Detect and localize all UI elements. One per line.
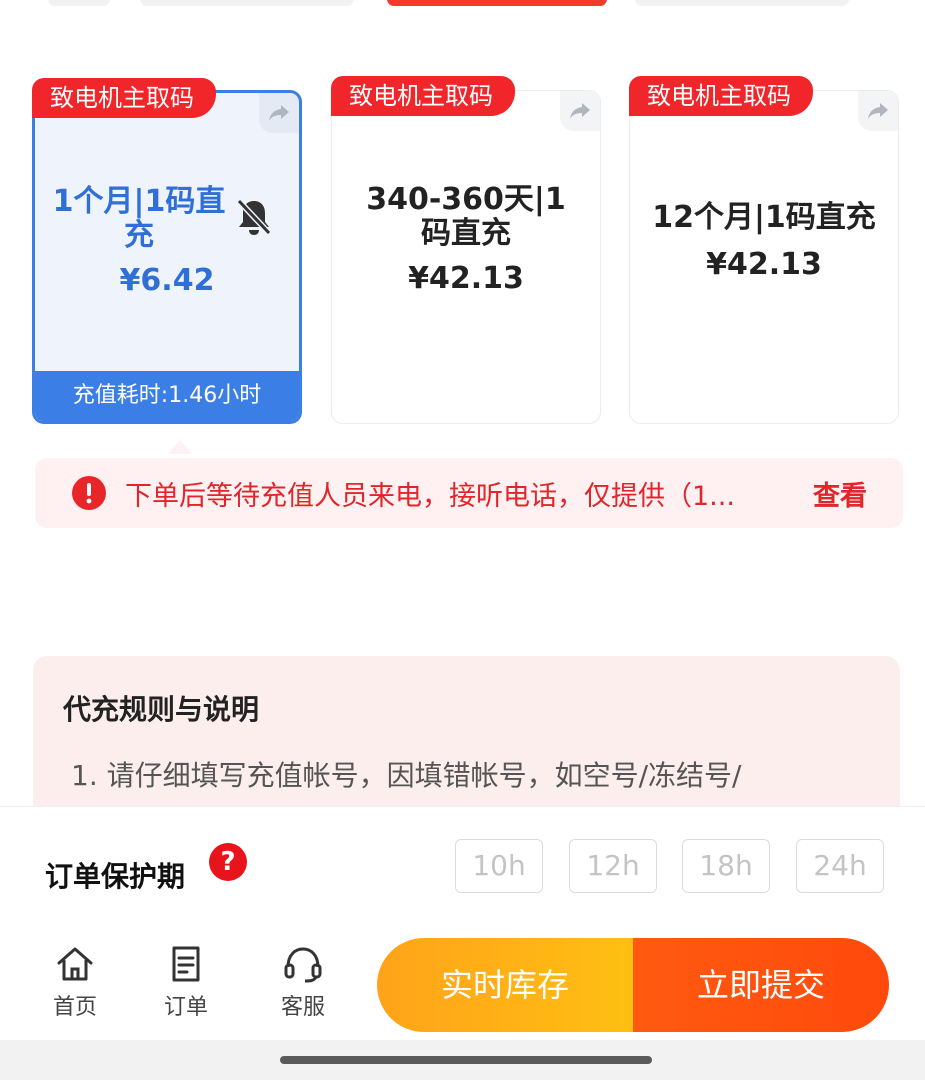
- recharge-duration: 充值耗时:1.46小时: [35, 371, 299, 421]
- bell-off-icon: [235, 197, 273, 241]
- alert-icon: [72, 476, 106, 510]
- notice-text: 下单后等待充值人员来电，接听电话，仅提供（1...: [125, 480, 735, 512]
- protection-option-24h[interactable]: 24h: [796, 839, 884, 893]
- order-protection-label: 订单保护期: [45, 860, 186, 893]
- nav-home-label: 首页: [52, 995, 97, 1020]
- prev-row-item: [635, 0, 849, 6]
- product-card-2[interactable]: 致电机主取码 340-360天|1码直充 ¥42.13: [331, 76, 601, 424]
- card-tag: 致电机主取码: [629, 76, 813, 116]
- prev-row-item: [140, 0, 354, 6]
- rules-title: 代充规则与说明: [63, 693, 260, 726]
- help-icon[interactable]: ?: [209, 843, 247, 881]
- product-card-1[interactable]: 致电机主取码 1个月|1码直充 ¥6.42 充值耗时:1.46小时: [32, 78, 302, 424]
- product-title: 12个月|1码直充: [652, 200, 876, 235]
- protection-option-10h[interactable]: 10h: [455, 839, 543, 893]
- product-price: ¥42.13: [706, 247, 822, 282]
- protection-option-18h[interactable]: 18h: [682, 839, 770, 893]
- product-title: 1个月|1码直充: [52, 184, 226, 253]
- realtime-stock-button[interactable]: 实时库存: [377, 938, 633, 1032]
- product-price: ¥42.13: [408, 261, 524, 296]
- prev-row-item-active: [387, 0, 607, 6]
- share-icon[interactable]: [259, 93, 299, 133]
- selection-pointer: [168, 440, 192, 454]
- nav-orders[interactable]: 订单: [151, 945, 221, 1021]
- submit-now-button[interactable]: 立即提交: [633, 938, 889, 1032]
- action-bar: 实时库存 立即提交: [377, 938, 889, 1032]
- protection-option-12h[interactable]: 12h: [569, 839, 657, 893]
- home-indicator[interactable]: [280, 1056, 652, 1064]
- nav-home[interactable]: 首页: [40, 945, 110, 1021]
- home-icon: [57, 947, 93, 981]
- headset-icon: [284, 947, 322, 983]
- card-tag: 致电机主取码: [32, 78, 216, 118]
- nav-service-label: 客服: [280, 995, 325, 1020]
- share-icon[interactable]: [858, 91, 898, 131]
- notice-view-more-link[interactable]: 查看: [813, 474, 867, 513]
- nav-orders-label: 订单: [163, 995, 208, 1020]
- share-icon[interactable]: [560, 91, 600, 131]
- order-list-icon: [172, 946, 200, 982]
- product-price: ¥6.42: [119, 263, 215, 298]
- nav-service[interactable]: 客服: [268, 945, 338, 1021]
- product-title: 340-360天|1码直充: [366, 182, 566, 251]
- card-tag: 致电机主取码: [331, 76, 515, 116]
- prev-row-item: [48, 0, 110, 6]
- rules-line-1: 1. 请仔细填写充值帐号，因填错帐号，如空号/冻结号/: [71, 759, 742, 792]
- product-card-3[interactable]: 致电机主取码 12个月|1码直充 ¥42.13: [629, 76, 899, 424]
- notice-bar[interactable]: 下单后等待充值人员来电，接听电话，仅提供（1... 查看: [35, 458, 903, 528]
